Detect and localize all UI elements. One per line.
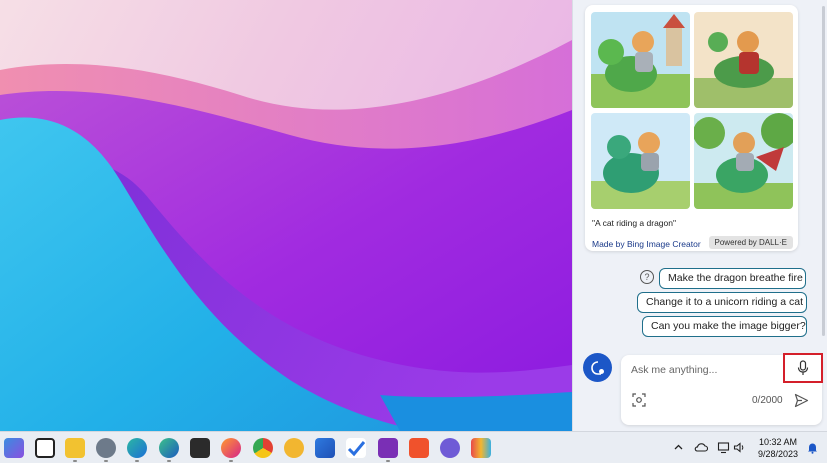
help-icon[interactable]: ? — [640, 270, 654, 284]
chat-input-box: 0/2000 — [621, 353, 823, 425]
copilot-panel: "A cat riding a dragon" Made by Bing Ima… — [572, 0, 827, 431]
edge-canary-icon[interactable] — [159, 438, 179, 462]
generated-image-3[interactable] — [591, 113, 690, 209]
suggestion-chip[interactable]: Make the dragon breathe fire — [659, 268, 806, 289]
send-icon — [794, 393, 809, 408]
powered-by-badge: Powered by DALL·E — [708, 236, 793, 249]
network-icon[interactable] — [717, 441, 730, 454]
image-caption: "A cat riding a dragon" — [592, 218, 677, 228]
desktop-wallpaper — [0, 0, 572, 431]
microphone-icon — [797, 360, 809, 375]
microphone-button[interactable] — [783, 353, 823, 383]
app-icon[interactable] — [471, 438, 491, 458]
taskbar: 10:32 AM 9/28/2023 — [0, 431, 827, 463]
notification-bell-icon[interactable] — [806, 441, 819, 454]
generated-image-2[interactable] — [694, 12, 793, 108]
made-by-link[interactable]: Made by Bing Image Creator — [592, 239, 701, 249]
edge-icon[interactable] — [127, 438, 147, 462]
chat-input[interactable] — [631, 364, 781, 376]
image-search-icon — [632, 393, 646, 407]
volume-icon[interactable] — [733, 441, 746, 454]
clock-date: 9/28/2023 — [757, 449, 799, 459]
image-result-card: "A cat riding a dragon" Made by Bing Ima… — [585, 5, 798, 251]
new-topic-icon — [590, 360, 604, 375]
character-counter: 0/2000 — [752, 395, 783, 406]
suggestion-chip[interactable]: Change it to a unicorn riding a cat — [637, 292, 807, 313]
suggestion-chip[interactable]: Can you make the image bigger? — [642, 316, 807, 337]
file-explorer-icon[interactable] — [65, 438, 85, 462]
teams-preview-icon[interactable] — [440, 438, 460, 458]
clock-time: 10:32 AM — [758, 437, 798, 447]
task-view-icon[interactable] — [35, 438, 55, 458]
generated-image-1[interactable] — [591, 12, 690, 108]
system-clock[interactable]: 10:32 AM 9/28/2023 — [752, 436, 804, 460]
image-search-button[interactable] — [632, 393, 646, 407]
firefox-icon[interactable] — [221, 438, 241, 462]
chrome-icon[interactable] — [253, 438, 273, 458]
chevron-up-icon[interactable] — [672, 441, 685, 454]
scrollbar[interactable] — [822, 6, 825, 336]
copilot-preview-icon[interactable] — [4, 438, 24, 458]
chrome-canary-icon[interactable] — [284, 438, 304, 458]
onenote-icon[interactable] — [378, 438, 398, 462]
generated-image-4[interactable] — [694, 113, 793, 209]
settings-icon[interactable] — [96, 438, 116, 462]
todo-icon[interactable] — [346, 438, 366, 458]
brave-icon[interactable] — [409, 438, 429, 458]
onedrive-icon[interactable] — [694, 441, 709, 454]
new-topic-button[interactable] — [583, 353, 612, 382]
microsoft-store-icon[interactable] — [315, 438, 335, 458]
terminal-icon[interactable] — [190, 438, 210, 458]
send-button[interactable] — [794, 393, 809, 408]
